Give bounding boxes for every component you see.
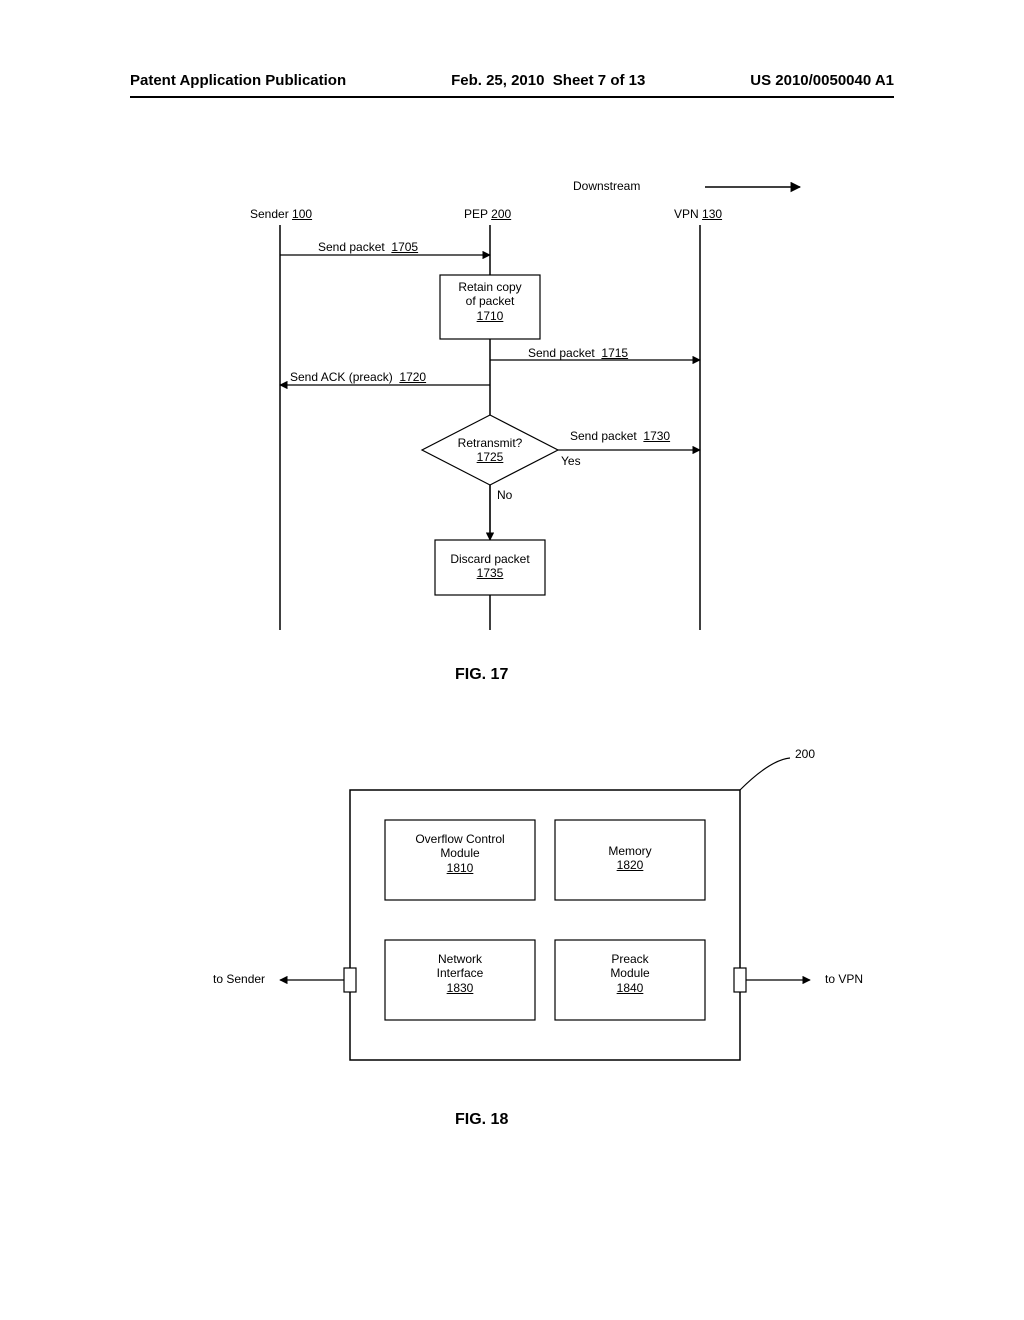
decision-retransmit: Retransmit? 1725 (440, 436, 540, 465)
msg-1730-ref: 1730 (643, 429, 670, 443)
msg-1730-text: Send packet (570, 429, 637, 443)
box-memory-text: Memory (555, 844, 705, 858)
pep-ref: 200 (491, 207, 511, 221)
msg-1720-ref: 1720 (399, 370, 426, 384)
box-netif-ref: 1830 (447, 981, 474, 995)
box-preack-text: Preack Module (555, 952, 705, 981)
box-netif: Network Interface 1830 (385, 952, 535, 995)
page: Patent Application Publication Feb. 25, … (0, 0, 1024, 1320)
vpn-text: VPN (674, 207, 699, 221)
box-memory-ref: 1820 (617, 858, 644, 872)
msg-1720: Send ACK (preack) 1720 (290, 370, 426, 384)
msg-1715-ref: 1715 (601, 346, 628, 360)
msg-1715: Send packet 1715 (528, 346, 628, 360)
sender-ref: 100 (292, 207, 312, 221)
vpn-lifeline-label: VPN 130 (674, 207, 722, 221)
box-memory: Memory 1820 (555, 844, 705, 873)
box-overflow-ref: 1810 (447, 861, 474, 875)
block-discard: Discard packet 1735 (435, 552, 545, 581)
msg-1705: Send packet 1705 (318, 240, 418, 254)
decision-ref: 1725 (477, 450, 504, 464)
downstream-label: Downstream (573, 179, 640, 193)
decision-no: No (497, 488, 512, 502)
fig18-ref: 200 (795, 747, 815, 761)
box-overflow: Overflow Control Module 1810 (385, 832, 535, 875)
diagram-svg (0, 0, 1024, 1320)
block-discard-text: Discard packet (435, 552, 545, 566)
block-discard-ref: 1735 (477, 566, 504, 580)
decision-text: Retransmit? (440, 436, 540, 450)
box-netif-text: Network Interface (385, 952, 535, 981)
vpn-ref: 130 (702, 207, 722, 221)
box-overflow-text: Overflow Control Module (385, 832, 535, 861)
block-retain-ref: 1710 (477, 309, 504, 323)
msg-1705-ref: 1705 (391, 240, 418, 254)
box-preack-ref: 1840 (617, 981, 644, 995)
msg-1705-text: Send packet (318, 240, 385, 254)
block-retain-text: Retain copy of packet (440, 280, 540, 309)
block-retain: Retain copy of packet 1710 (440, 280, 540, 323)
msg-1730: Send packet 1730 (570, 429, 670, 443)
box-preack: Preack Module 1840 (555, 952, 705, 995)
msg-1715-text: Send packet (528, 346, 595, 360)
fig18-caption: FIG. 18 (455, 1110, 508, 1129)
sender-lifeline-label: Sender 100 (250, 207, 312, 221)
fig18-left-label: to Sender (213, 972, 265, 986)
sender-text: Sender (250, 207, 289, 221)
pep-text: PEP (464, 207, 488, 221)
fig18-right-label: to VPN (825, 972, 863, 986)
decision-yes: Yes (561, 454, 581, 468)
fig17-caption: FIG. 17 (455, 665, 508, 684)
msg-1720-text: Send ACK (preack) (290, 370, 393, 384)
pep-lifeline-label: PEP 200 (464, 207, 511, 221)
